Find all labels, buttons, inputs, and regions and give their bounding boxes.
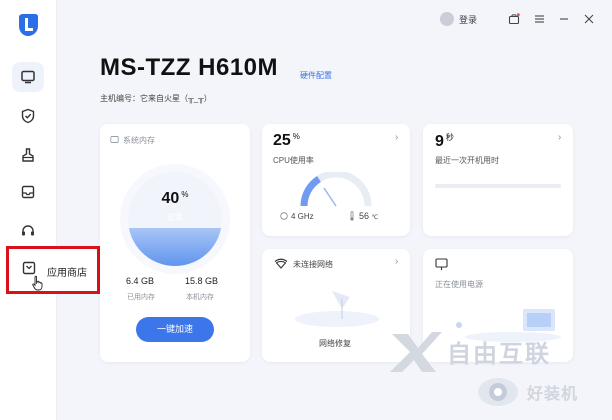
- thermometer-icon: [350, 211, 354, 221]
- memory-gauge: 40% 正常: [128, 172, 222, 266]
- sidebar-item-drivers[interactable]: [12, 177, 44, 207]
- minimize-icon[interactable]: [559, 14, 569, 24]
- cpu-card[interactable]: 25% › CPU使用率 4 GHz 56 ℃: [262, 124, 410, 236]
- cpu-frequency: 4 GHz: [291, 212, 314, 221]
- memory-card: 系统内存 40% 正常 6.4 GB 已用内存 15.8 GB 本机内存 一键加…: [100, 124, 250, 362]
- wifi-icon: [274, 258, 288, 269]
- host-id-text: 主机编号：它来自火星（╥_╥）: [100, 94, 212, 103]
- boot-time-value: 9秒: [435, 133, 454, 150]
- boot-time-bar: [435, 184, 561, 188]
- shield-check-icon: [21, 108, 35, 124]
- sidebar-item-computer[interactable]: [12, 62, 44, 92]
- chevron-right-icon[interactable]: ›: [558, 132, 561, 143]
- boot-time-label: 最近一次开机用时: [435, 156, 499, 165]
- memory-total-label: 本机内存: [186, 294, 214, 301]
- login-link[interactable]: 登录: [459, 13, 477, 26]
- hardware-config-link[interactable]: 硬件配置: [300, 70, 332, 81]
- monitor-icon: [21, 70, 35, 84]
- avatar[interactable]: [440, 12, 454, 26]
- memory-total-value: 15.8 GB: [185, 276, 219, 286]
- cpu-usage-value: 25%: [273, 132, 300, 149]
- box-icon: [21, 185, 35, 199]
- memory-state: 正常: [167, 213, 183, 222]
- watermark-eye-icon: [478, 378, 518, 406]
- sidebar-item-app-store[interactable]: 应用商店: [6, 246, 100, 294]
- close-icon[interactable]: [584, 14, 594, 24]
- memory-percent: 40%: [161, 190, 189, 207]
- page-title: MS-TZZ H610M: [100, 54, 279, 81]
- memory-used-value: 6.4 GB: [126, 276, 155, 286]
- shop-icon[interactable]: [508, 13, 520, 25]
- cpu-gauge: [300, 172, 372, 207]
- memory-title: 系统内存: [123, 136, 155, 145]
- cpu-temperature: 56 ℃: [359, 211, 379, 221]
- headset-icon: [22, 225, 34, 236]
- menu-icon[interactable]: [534, 14, 545, 24]
- sidebar-item-support[interactable]: [12, 216, 44, 246]
- watermark-logo-icon: [390, 332, 442, 372]
- sidebar-item-security[interactable]: [12, 101, 44, 131]
- boost-button[interactable]: 一键加速: [136, 317, 214, 342]
- watermark-sub: 好装机: [527, 386, 579, 403]
- memory-icon: [110, 136, 119, 143]
- network-repair-link[interactable]: 网络修复: [319, 338, 351, 349]
- broom-icon: [22, 148, 34, 162]
- memory-gauge-fill: [128, 228, 222, 266]
- sidebar-item-cleanup[interactable]: [12, 140, 44, 170]
- chevron-right-icon[interactable]: ›: [395, 256, 398, 267]
- network-status: 未连接网络: [293, 260, 333, 269]
- chevron-right-icon[interactable]: ›: [395, 132, 398, 143]
- memory-used-label: 已用内存: [127, 294, 155, 301]
- boot-time-card[interactable]: 9秒 › 最近一次开机用时: [423, 124, 573, 236]
- sidebar-item-label: 应用商店: [47, 268, 87, 279]
- monitor-power-icon: [435, 258, 448, 270]
- sidebar: [0, 0, 57, 420]
- hand-cursor-icon: [32, 275, 43, 291]
- clock-icon: [280, 212, 288, 220]
- watermark-brand: 自由互联: [447, 341, 551, 368]
- app-logo-icon: [19, 14, 38, 36]
- network-illustration: [295, 291, 379, 327]
- app-store-icon: [22, 261, 36, 275]
- cpu-usage-label: CPU使用率: [273, 156, 314, 165]
- power-status: 正在使用电源: [435, 280, 483, 289]
